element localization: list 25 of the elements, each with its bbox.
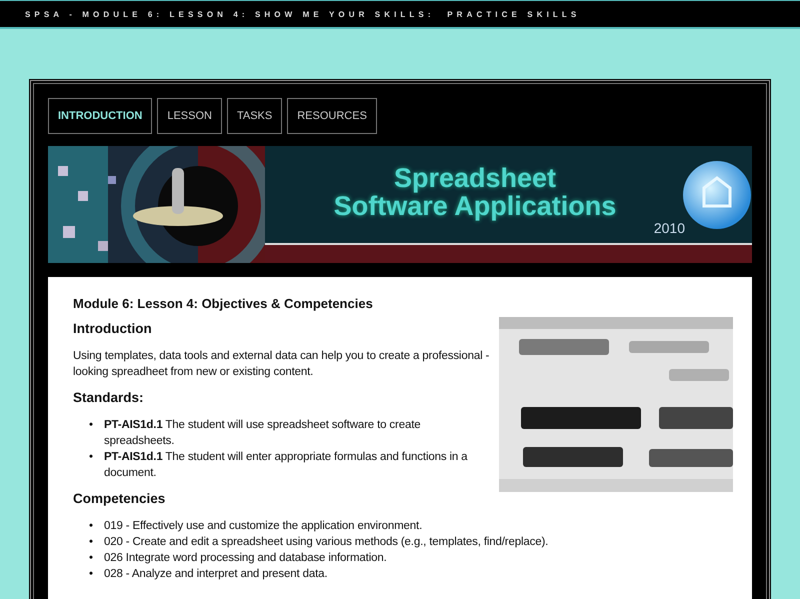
section-heading: Introduction	[73, 321, 153, 336]
nav-tab[interactable]: TASKS	[226, 98, 282, 134]
paragraph: Using templates, data tools and external data can help you to create a professional -looking spreadheet from new or existing content.	[73, 349, 490, 380]
page-title: SPSA - MODULE 6: LESSON 4: SHOW ME YOUR SKILLS: PRACTICE SKILLS	[25, 10, 580, 18]
bullet: •	[89, 535, 94, 550]
list-item: 028 - Analyze and interpret and present data.	[104, 567, 328, 582]
banner-title: Software Applications	[334, 192, 616, 220]
page-heading: Module 6: Lesson 4: Objectives & Competencies	[73, 296, 374, 311]
list-item: 020 - Create and edit a spreadsheet using various methods (e.g., templates, find/replace).	[104, 535, 548, 550]
bullet: •	[89, 450, 94, 465]
banner-year: 2010	[654, 220, 685, 236]
list-item: PT-AIS1d.1 The student will use spreadsheet software to create spreadsheets.	[104, 418, 422, 449]
section-heading: Competencies	[73, 491, 166, 506]
bullet: •	[89, 567, 94, 582]
nav-tab[interactable]: INTRODUCTION	[48, 98, 152, 134]
banner-title: Spreadsheet	[394, 164, 556, 192]
section-heading: Standards:	[73, 390, 145, 405]
bullet: •	[89, 418, 94, 433]
list-item: PT-AIS1d.1 The student will enter appropriate formulas and functions in a document.	[104, 450, 468, 481]
bullet: •	[89, 519, 94, 534]
nav-tab[interactable]: RESOURCES	[287, 98, 377, 134]
list-item: 026 Integrate word processing and database information.	[104, 551, 387, 566]
list-item: 019 - Effectively use and customize the application environment.	[104, 519, 422, 534]
bullet: •	[89, 551, 94, 566]
nav-tab[interactable]: LESSON	[157, 98, 222, 134]
